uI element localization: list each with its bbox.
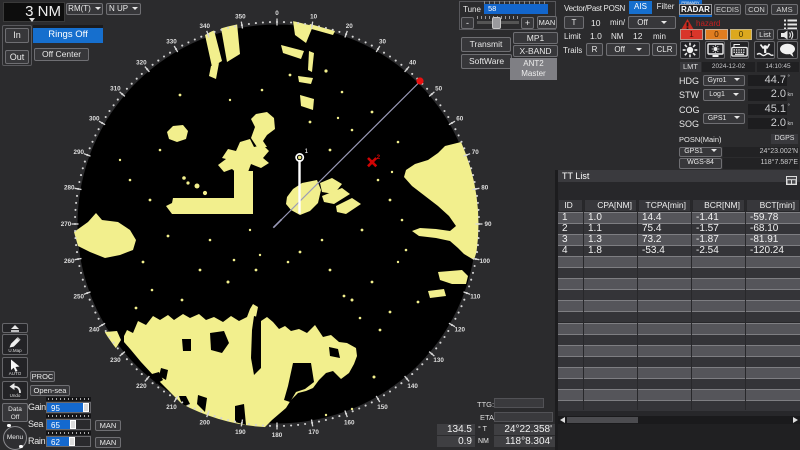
svg-text:170: 170 bbox=[308, 429, 319, 436]
svg-text:150: 150 bbox=[377, 404, 388, 411]
svg-text:10: 10 bbox=[310, 13, 318, 20]
svg-text:90: 90 bbox=[484, 221, 492, 228]
svg-text:130: 130 bbox=[433, 357, 444, 364]
svg-text:60: 60 bbox=[456, 116, 464, 123]
svg-text:270: 270 bbox=[61, 221, 72, 228]
svg-text:260: 260 bbox=[64, 258, 75, 265]
svg-text:30: 30 bbox=[379, 39, 387, 46]
svg-text:300: 300 bbox=[89, 116, 100, 123]
svg-text:40: 40 bbox=[409, 60, 417, 67]
svg-text:120: 120 bbox=[454, 327, 465, 334]
svg-text:280: 280 bbox=[64, 185, 75, 192]
svg-text:330: 330 bbox=[166, 39, 177, 46]
svg-text:70: 70 bbox=[472, 149, 480, 156]
svg-text:240: 240 bbox=[89, 327, 100, 334]
svg-text:2: 2 bbox=[377, 154, 381, 161]
svg-text:290: 290 bbox=[73, 149, 84, 156]
svg-text:140: 140 bbox=[407, 383, 418, 390]
svg-text:210: 210 bbox=[166, 404, 177, 411]
svg-text:180: 180 bbox=[272, 432, 283, 439]
svg-text:0: 0 bbox=[275, 10, 279, 17]
svg-text:190: 190 bbox=[235, 429, 246, 436]
svg-text:250: 250 bbox=[73, 293, 84, 300]
svg-text:220: 220 bbox=[136, 383, 147, 390]
svg-text:350: 350 bbox=[235, 13, 246, 20]
svg-text:50: 50 bbox=[435, 86, 443, 93]
svg-text:340: 340 bbox=[200, 23, 211, 30]
svg-text:200: 200 bbox=[200, 420, 211, 427]
svg-text:310: 310 bbox=[110, 86, 121, 93]
svg-text:100: 100 bbox=[480, 258, 491, 265]
svg-text:20: 20 bbox=[346, 23, 354, 30]
svg-text:320: 320 bbox=[136, 60, 147, 67]
svg-text:110: 110 bbox=[470, 293, 481, 300]
svg-text:80: 80 bbox=[481, 185, 489, 192]
svg-text:1: 1 bbox=[305, 148, 309, 155]
svg-text:230: 230 bbox=[110, 357, 121, 364]
svg-text:160: 160 bbox=[344, 420, 355, 427]
